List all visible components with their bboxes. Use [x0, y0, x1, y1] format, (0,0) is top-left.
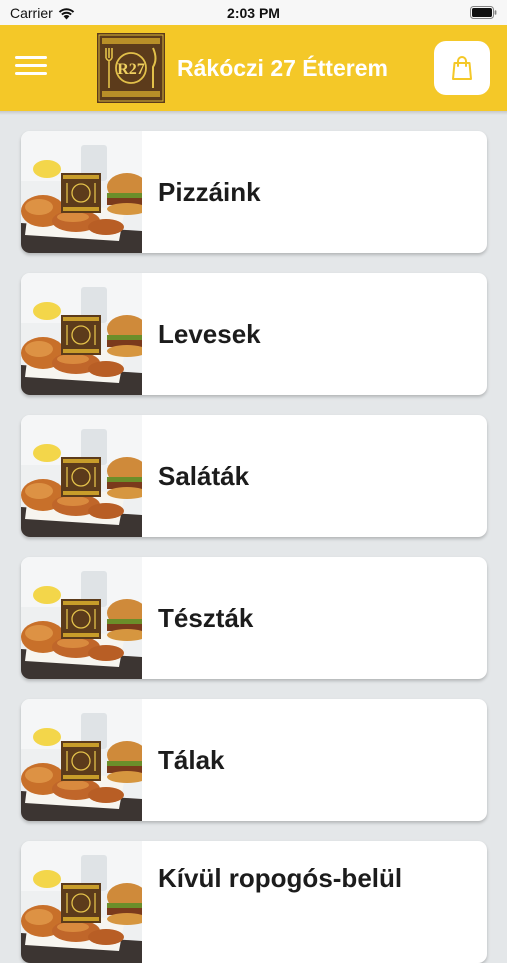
- category-thumbnail: [21, 557, 142, 679]
- status-bar: Carrier 2:03 PM: [0, 0, 507, 25]
- category-label: Saláták: [158, 460, 250, 491]
- hamburger-menu-icon: [15, 56, 47, 75]
- shopping-bag-icon: [452, 56, 472, 80]
- category-card-tesztak[interactable]: Tészták: [21, 557, 487, 679]
- category-card-pizzaink[interactable]: Pizzáink: [21, 131, 487, 253]
- category-card-kivul-ropogos[interactable]: Kívül ropogós-belül: [21, 841, 487, 963]
- category-label: Tészták: [158, 602, 254, 633]
- category-thumbnail: [21, 273, 142, 395]
- category-label: Levesek: [158, 318, 261, 349]
- battery-icon: [470, 6, 497, 19]
- category-label: Tálak: [158, 744, 225, 775]
- category-card-salatak[interactable]: Saláták: [21, 415, 487, 537]
- header-shadow: [0, 111, 507, 115]
- category-card-levesek[interactable]: Levesek: [21, 273, 487, 395]
- category-thumbnail: [21, 699, 142, 821]
- status-time: 2:03 PM: [227, 5, 280, 21]
- logo-monogram: R27: [117, 61, 145, 78]
- app-header: R27 Rákóczi 27 Étterem: [0, 25, 507, 111]
- category-thumbnail: [21, 415, 142, 537]
- category-label: Pizzáink: [158, 176, 261, 207]
- app-title: Rákóczi 27 Étterem: [177, 55, 388, 81]
- menu-button[interactable]: [14, 51, 48, 85]
- category-thumbnail: [21, 131, 142, 253]
- category-card-talak[interactable]: Tálak: [21, 699, 487, 821]
- cart-button[interactable]: [434, 41, 490, 95]
- category-thumbnail: [21, 841, 142, 963]
- restaurant-logo[interactable]: R27: [97, 33, 165, 103]
- category-label: Kívül ropogós-belül: [158, 863, 403, 893]
